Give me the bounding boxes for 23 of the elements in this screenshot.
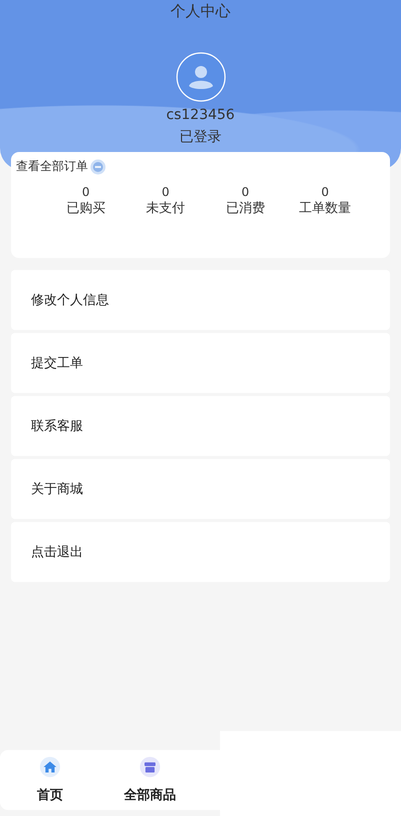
orders-icon[interactable] xyxy=(90,158,106,174)
stat-label: 工单数量 xyxy=(299,200,352,218)
stat-label: 未支付 xyxy=(146,200,186,218)
username: cs123456 xyxy=(166,106,235,125)
page-title: 个人中心 xyxy=(170,1,230,21)
stat-label: 已消费 xyxy=(226,200,265,218)
stat-label: 已购买 xyxy=(66,200,106,218)
login-status: 已登录 xyxy=(180,128,222,147)
stat-value: 0 xyxy=(82,185,90,200)
menu-item[interactable]: 联系客服 xyxy=(11,396,390,456)
menu-item[interactable]: 点击退出 xyxy=(11,522,390,582)
menu-item[interactable]: 关于商城 xyxy=(11,459,390,519)
menu-item[interactable]: 修改个人信息 xyxy=(11,270,390,330)
stat-value: 0 xyxy=(162,185,170,200)
nav-label[interactable]: 全部商品 xyxy=(124,786,176,804)
house-icon[interactable] xyxy=(39,756,61,778)
stat-value: 0 xyxy=(321,185,329,200)
all-orders-link[interactable]: 查看全部订单 xyxy=(16,158,88,175)
nav-label[interactable]: 首页 xyxy=(37,786,63,804)
menu-item[interactable]: 提交工单 xyxy=(11,333,390,393)
stat-value: 0 xyxy=(242,185,250,200)
store-icon[interactable] xyxy=(139,756,161,778)
avatar-icon xyxy=(176,52,226,102)
